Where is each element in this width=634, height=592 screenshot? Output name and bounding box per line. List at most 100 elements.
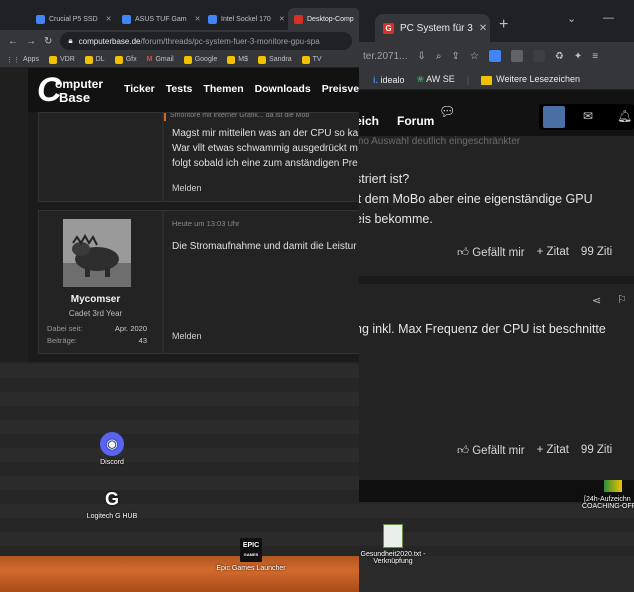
post-timestamp[interactable]: Heute um 13:03 Uhr <box>172 219 240 228</box>
bookmark-ms[interactable]: M$ <box>227 55 248 64</box>
back-icon[interactable]: ← <box>8 36 18 47</box>
post-divider <box>359 276 634 284</box>
translate-extension-icon[interactable] <box>488 50 501 62</box>
nav-preisvergleich-fragment[interactable]: eich <box>359 114 379 128</box>
bookmark-apps[interactable]: ⋮⋮ Apps <box>6 56 39 64</box>
url-path: /forum/threads/pc-system-fuer-3-monitore… <box>140 36 320 46</box>
bookmark-idealo[interactable]: i. idealo <box>373 75 405 85</box>
bookmark-star-icon[interactable]: ☆ <box>470 51 479 62</box>
minimize-icon[interactable]: — <box>603 12 614 24</box>
forum-content: Smontore mit interner Grafik... da ist d… <box>28 112 360 362</box>
left-toolbar: ← → ↻ 🔒︎ computerbase.de/forum/threads/p… <box>0 30 360 52</box>
avatar[interactable] <box>63 219 131 287</box>
install-icon[interactable]: ⇩ <box>417 51 425 62</box>
computerbase-logo[interactable]: C omputer Base <box>37 73 115 107</box>
recycle-extension-icon[interactable]: ♻ <box>555 51 564 62</box>
post-text-line: folgt sobald ich eine zum anständigen Pr… <box>172 158 358 169</box>
user-name[interactable]: Mycomser <box>39 294 152 305</box>
bookmark-icon[interactable]: ⚐ <box>617 293 627 306</box>
nav-preisvergleich[interactable]: Preisvergle <box>322 83 360 95</box>
report-link[interactable]: Melden <box>172 183 202 193</box>
forum-post: Smontore mit interner Grafik... da ist d… <box>38 112 360 202</box>
post-text-line: eis bekomme. <box>359 212 433 226</box>
user-title: Cadet 3rd Year <box>68 309 123 318</box>
google-favicon-icon <box>122 14 131 24</box>
desktop-icon-discord[interactable]: ◉ Discord <box>85 432 139 466</box>
new-tab-icon[interactable]: + <box>499 16 508 34</box>
desktop-icon-label: COACHING-OFF <box>582 503 634 510</box>
like-button[interactable]: 👍︎ Gefällt mir <box>457 246 525 260</box>
tab-asus[interactable]: ASUS TUF Gam ✕ <box>116 8 200 30</box>
menu-icon[interactable]: ≡ <box>592 51 598 62</box>
tab-label: Desktop-Comp <box>307 15 354 23</box>
messages-envelope-icon[interactable]: ✉ <box>583 109 593 123</box>
close-icon[interactable]: ✕ <box>279 15 285 23</box>
header-icon-group: ✉ 🔔︎ <box>539 104 634 130</box>
desktop-icon-gesundheit[interactable]: Gesundheit2020.txt - Verknüpfung <box>352 524 434 565</box>
left-browser-window: Crucial P5 SSD ✕ ASUS TUF Gam ✕ Intel So… <box>0 0 360 362</box>
nav-tests[interactable]: Tests <box>166 83 193 95</box>
quote-button[interactable]: + Zitat <box>537 246 569 260</box>
tab-label: Crucial P5 SSD <box>49 15 98 23</box>
post-actions: 👍︎ Gefällt mir + Zitat 99 Ziti <box>457 246 612 260</box>
left-tab-strip: Crucial P5 SSD ✕ ASUS TUF Gam ✕ Intel So… <box>0 0 360 30</box>
address-bar[interactable]: 🔒︎ computerbase.de/forum/threads/pc-syst… <box>60 32 352 50</box>
bookmark-aw-se[interactable]: ❀ AW SE <box>417 74 455 85</box>
extensions-puzzle-icon[interactable]: ✦ <box>574 51 582 62</box>
apps-grid-icon: ⋮⋮ <box>6 56 20 64</box>
bookmark-dl[interactable]: DL <box>84 55 105 64</box>
share-icon[interactable]: ⋖ <box>592 294 601 307</box>
bookmark-gmail[interactable]: M Gmail <box>147 56 174 63</box>
desktop-icon-coaching[interactable]: [24h-Aufzeichn COACHING-OFF <box>576 480 634 510</box>
close-icon[interactable]: ✕ <box>479 23 487 34</box>
notifications-bell-icon[interactable]: 🔔︎ <box>617 109 632 123</box>
forward-icon[interactable]: → <box>26 36 36 47</box>
tab-intel[interactable]: Intel Sockel 170 ✕ <box>202 8 286 30</box>
computerbase-favicon-icon: G <box>383 22 394 34</box>
folder-icon <box>84 55 93 64</box>
folder-icon <box>227 55 236 64</box>
right-bookmarks-bar: i. idealo ❀ AW SE | Weitere Lesezeichen <box>359 70 634 90</box>
bookmark-gfx[interactable]: Gfx <box>114 55 137 64</box>
desktop-icon-label: Gesundheit2020.txt - <box>360 551 426 558</box>
tab-pc-system[interactable]: G PC System für 3 ✕ <box>375 14 490 42</box>
reload-icon[interactable]: ↻ <box>44 36 52 47</box>
cite-button[interactable]: 99 Ziti <box>581 246 612 260</box>
bookmark-more[interactable]: Weitere Lesezeichen <box>481 74 580 85</box>
close-icon[interactable]: ✕ <box>195 15 200 23</box>
report-link[interactable]: Melden <box>172 331 202 341</box>
thumbs-up-icon: 👍︎ <box>457 247 470 259</box>
quote-button[interactable]: + Zitat <box>537 444 569 458</box>
bookmark-sandra[interactable]: Sandra <box>258 55 292 64</box>
zoom-icon[interactable]: ⌕ <box>436 51 442 62</box>
like-button[interactable]: 👍︎ Gefällt mir <box>457 444 525 458</box>
close-icon[interactable]: ✕ <box>106 15 112 23</box>
user-posts: Beiträge: 43 <box>47 336 147 345</box>
nav-ticker[interactable]: Ticker <box>124 83 155 95</box>
desktop-icon-label: Verknüpfung <box>373 558 413 565</box>
share-icon[interactable]: ⇪ <box>451 51 459 62</box>
user-avatar-icon[interactable] <box>543 106 565 128</box>
post-actions: 👍︎ Gefällt mir + Zitat 99 Ziti <box>457 444 612 458</box>
nav-downloads[interactable]: Downloads <box>255 83 311 95</box>
epic-games-icon: EPIC GAMES <box>240 538 262 562</box>
shield-extension-icon[interactable] <box>510 50 523 62</box>
aw-se-icon: ❀ <box>416 74 425 84</box>
tab-desktop-comp[interactable]: Desktop-Comp <box>288 8 360 30</box>
bookmark-vdr[interactable]: VDR <box>48 55 75 64</box>
nav-forum[interactable]: Forum <box>397 114 434 128</box>
user-joined: Dabei seit: Apr. 2020 <box>47 324 147 333</box>
tab-crucial[interactable]: Crucial P5 SSD ✕ <box>30 8 114 30</box>
desktop-icon-epic[interactable]: EPIC GAMES Epic Games Launcher <box>214 538 288 572</box>
post-body: Smontore mit interner Grafik... da ist d… <box>162 113 359 201</box>
address-bar[interactable]: ter.2071... <box>363 51 407 62</box>
cite-button[interactable]: 99 Ziti <box>581 444 612 458</box>
desktop-icon-logitech[interactable]: G Logitech G HUB <box>80 488 144 520</box>
folder-icon <box>481 75 493 85</box>
bookmark-google[interactable]: Google <box>183 55 217 64</box>
right-browser-window: G PC System für 3 ✕ + ⌄ — ter.2071... ⇩ … <box>359 0 634 502</box>
tab-search-chevron-icon[interactable]: ⌄ <box>567 12 576 25</box>
nav-themen[interactable]: Themen <box>203 83 243 95</box>
bookmark-tv[interactable]: TV <box>301 55 322 64</box>
ublock-extension-icon[interactable] <box>532 50 545 62</box>
